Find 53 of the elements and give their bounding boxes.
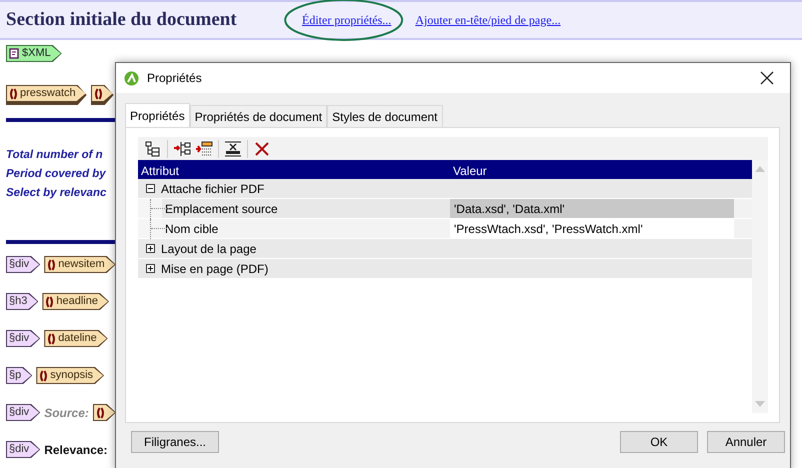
group-label[interactable]: Layout de la page <box>161 240 256 258</box>
xml-tag[interactable]: $XML <box>6 45 62 62</box>
template-tag[interactable]: dateline <box>44 330 108 347</box>
watermarks-button[interactable]: Filigranes... <box>131 431 219 453</box>
expand-icon[interactable] <box>146 264 155 273</box>
brackets-icon <box>9 88 18 100</box>
tab[interactable]: Propriétés de document <box>190 105 328 127</box>
ok-button[interactable]: OK <box>620 431 698 453</box>
section-title: Section initiale du document <box>6 8 238 32</box>
collapse-icon[interactable] <box>146 184 155 193</box>
brackets-icon <box>47 258 56 270</box>
close-icon[interactable] <box>760 71 774 85</box>
group-label[interactable]: Mise en page (PDF) <box>161 260 268 278</box>
app-icon <box>124 70 139 86</box>
column-header: Attribut <box>140 163 180 179</box>
brackets-icon <box>45 296 54 308</box>
brackets-icon <box>96 406 105 418</box>
element-tag[interactable]: §div <box>6 330 40 347</box>
group-label[interactable]: Attache fichier PDF <box>161 180 264 198</box>
element-tag[interactable]: §p <box>6 367 32 384</box>
header-link[interactable]: Ajouter en-tête/pied de page... <box>415 13 561 27</box>
element-tag[interactable]: §div <box>6 441 40 458</box>
brackets-icon <box>39 370 48 382</box>
element-tag[interactable]: §div <box>6 404 40 421</box>
template-tag[interactable]: presswatch <box>6 85 87 105</box>
source-label: Source: <box>44 404 89 422</box>
summary-line: Select by relevanc <box>6 186 106 201</box>
brackets-icon <box>94 88 103 100</box>
tab[interactable]: Styles de document <box>327 105 443 127</box>
tree-icon[interactable] <box>144 140 162 158</box>
element-tag[interactable]: §div <box>6 256 40 273</box>
template-tag[interactable]: headline <box>42 293 109 310</box>
template-tag[interactable]: synopsis <box>36 367 104 384</box>
brackets-icon <box>47 332 56 344</box>
expand-icon[interactable] <box>146 244 155 253</box>
document-icon <box>9 48 20 59</box>
dialog-title: Propriétés <box>147 70 202 87</box>
summary-line: Period covered by <box>6 167 106 182</box>
template-tag[interactable] <box>92 404 116 421</box>
element-tag[interactable]: §h3 <box>6 293 38 310</box>
tab[interactable]: Propriétés <box>125 103 190 127</box>
cancel-button[interactable]: Annuler <box>707 431 785 453</box>
insert-attribute-icon[interactable] <box>195 140 213 158</box>
relevance-label: Relevance: <box>44 442 108 458</box>
property-label[interactable]: Emplacement source <box>162 199 450 218</box>
delete-icon[interactable] <box>253 140 271 158</box>
insert-node-icon[interactable] <box>173 140 191 158</box>
summary-line: Total number of n <box>6 148 103 163</box>
column-header: Valeur <box>452 163 487 179</box>
property-value[interactable]: 'Data.xsd', 'Data.xml' <box>450 199 734 218</box>
template-tag[interactable] <box>90 85 114 105</box>
property-value[interactable]: 'PressWtach.xsd', 'PressWatch.xml' <box>450 219 734 238</box>
template-tag[interactable]: newsitem <box>44 256 116 273</box>
